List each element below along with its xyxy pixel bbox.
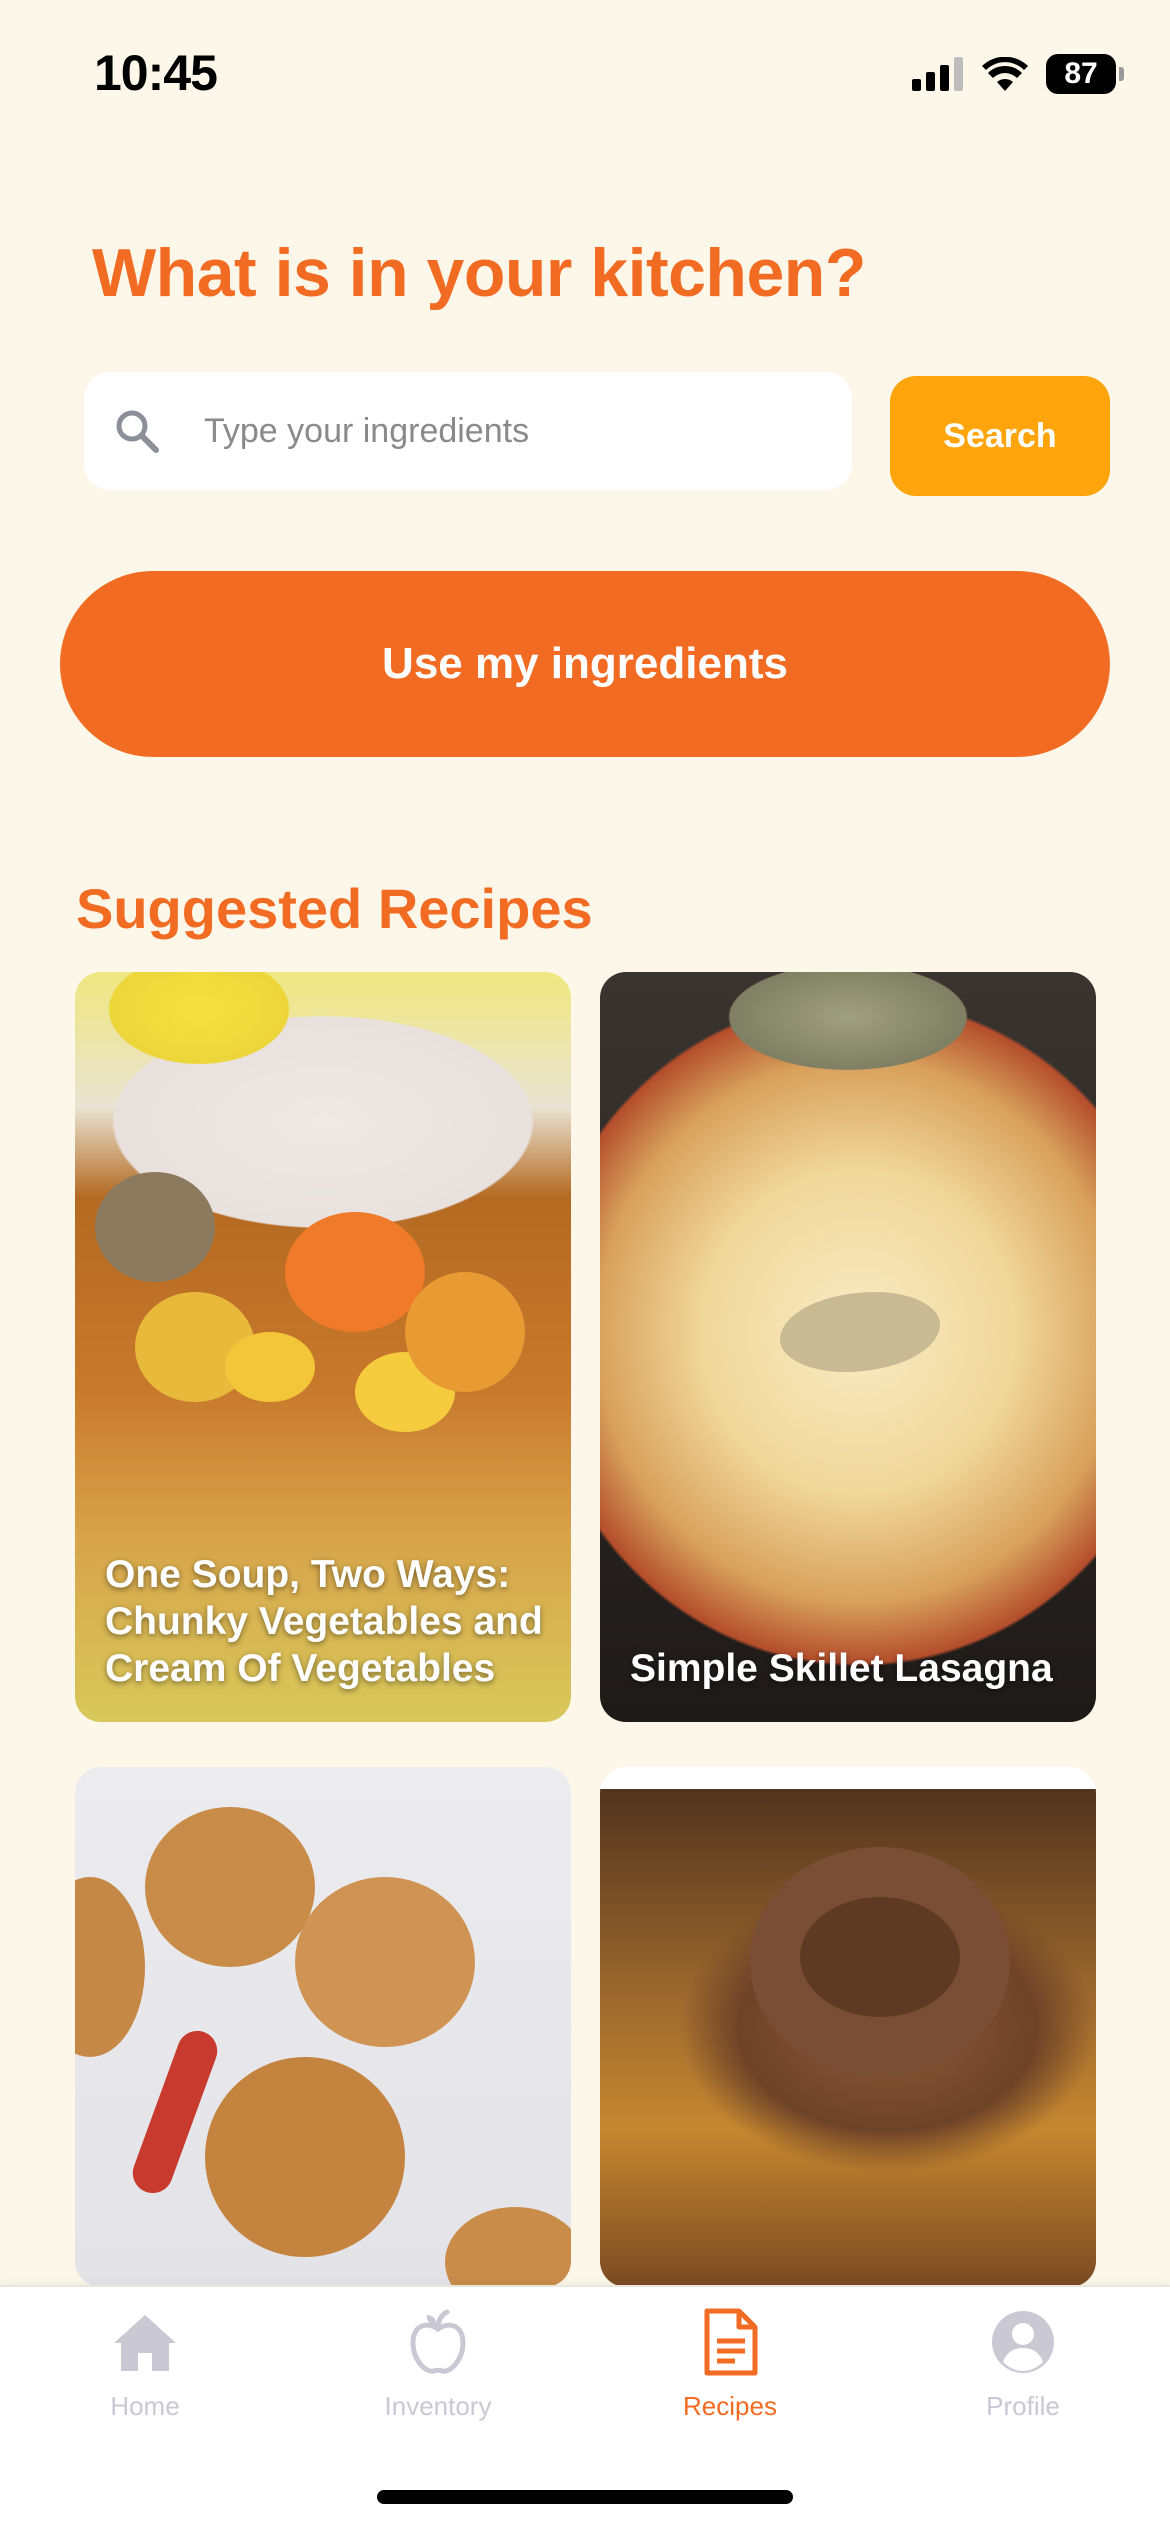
document-icon bbox=[704, 2308, 758, 2376]
home-indicator bbox=[377, 2490, 793, 2504]
recipe-image bbox=[145, 1807, 315, 1967]
section-title-suggested-recipes: Suggested Recipes bbox=[76, 877, 593, 940]
tab-recipes[interactable]: Recipes bbox=[630, 2307, 830, 2457]
search-icon bbox=[116, 410, 159, 453]
status-time: 10:45 bbox=[94, 45, 218, 101]
tab-label: Home bbox=[110, 2391, 180, 2421]
recipe-card[interactable]: One Soup, Two Ways: Chunky Vegetables an… bbox=[75, 972, 571, 1722]
search-button[interactable]: Search bbox=[890, 376, 1110, 496]
use-my-ingredients-button[interactable]: Use my ingredients bbox=[60, 571, 1110, 757]
tab-label: Recipes bbox=[683, 2391, 777, 2421]
recipe-card[interactable] bbox=[75, 1767, 571, 2287]
tab-home[interactable]: Home bbox=[45, 2307, 245, 2457]
recipe-title: One Soup, Two Ways: Chunky Vegetables an… bbox=[105, 1553, 543, 1690]
tab-label: Profile bbox=[986, 2391, 1060, 2421]
recipe-image bbox=[285, 1212, 425, 1332]
search-box[interactable] bbox=[84, 372, 852, 490]
tab-inventory[interactable]: Inventory bbox=[338, 2307, 538, 2457]
home-icon bbox=[114, 2315, 176, 2371]
page-title: What is in your kitchen? bbox=[92, 235, 866, 311]
wifi-icon bbox=[982, 57, 1028, 91]
tab-label: Inventory bbox=[384, 2391, 492, 2421]
apple-icon bbox=[410, 2309, 466, 2374]
user-icon bbox=[992, 2311, 1054, 2373]
recipe-title: Simple Skillet Lasagna bbox=[630, 1647, 1053, 1690]
recipe-card[interactable]: Simple Skillet Lasagna bbox=[600, 972, 1096, 1722]
cellular-signal-icon bbox=[912, 57, 963, 91]
screen: 10:45 87 What is in your kitchen? Search… bbox=[0, 0, 1170, 2532]
battery-icon: 87 bbox=[1046, 54, 1124, 94]
tab-profile[interactable]: Profile bbox=[923, 2307, 1123, 2457]
recipe-card[interactable] bbox=[600, 1767, 1096, 2287]
status-icons: 87 bbox=[912, 52, 1124, 96]
search-input[interactable] bbox=[204, 372, 824, 490]
recipe-image bbox=[780, 1292, 940, 1372]
